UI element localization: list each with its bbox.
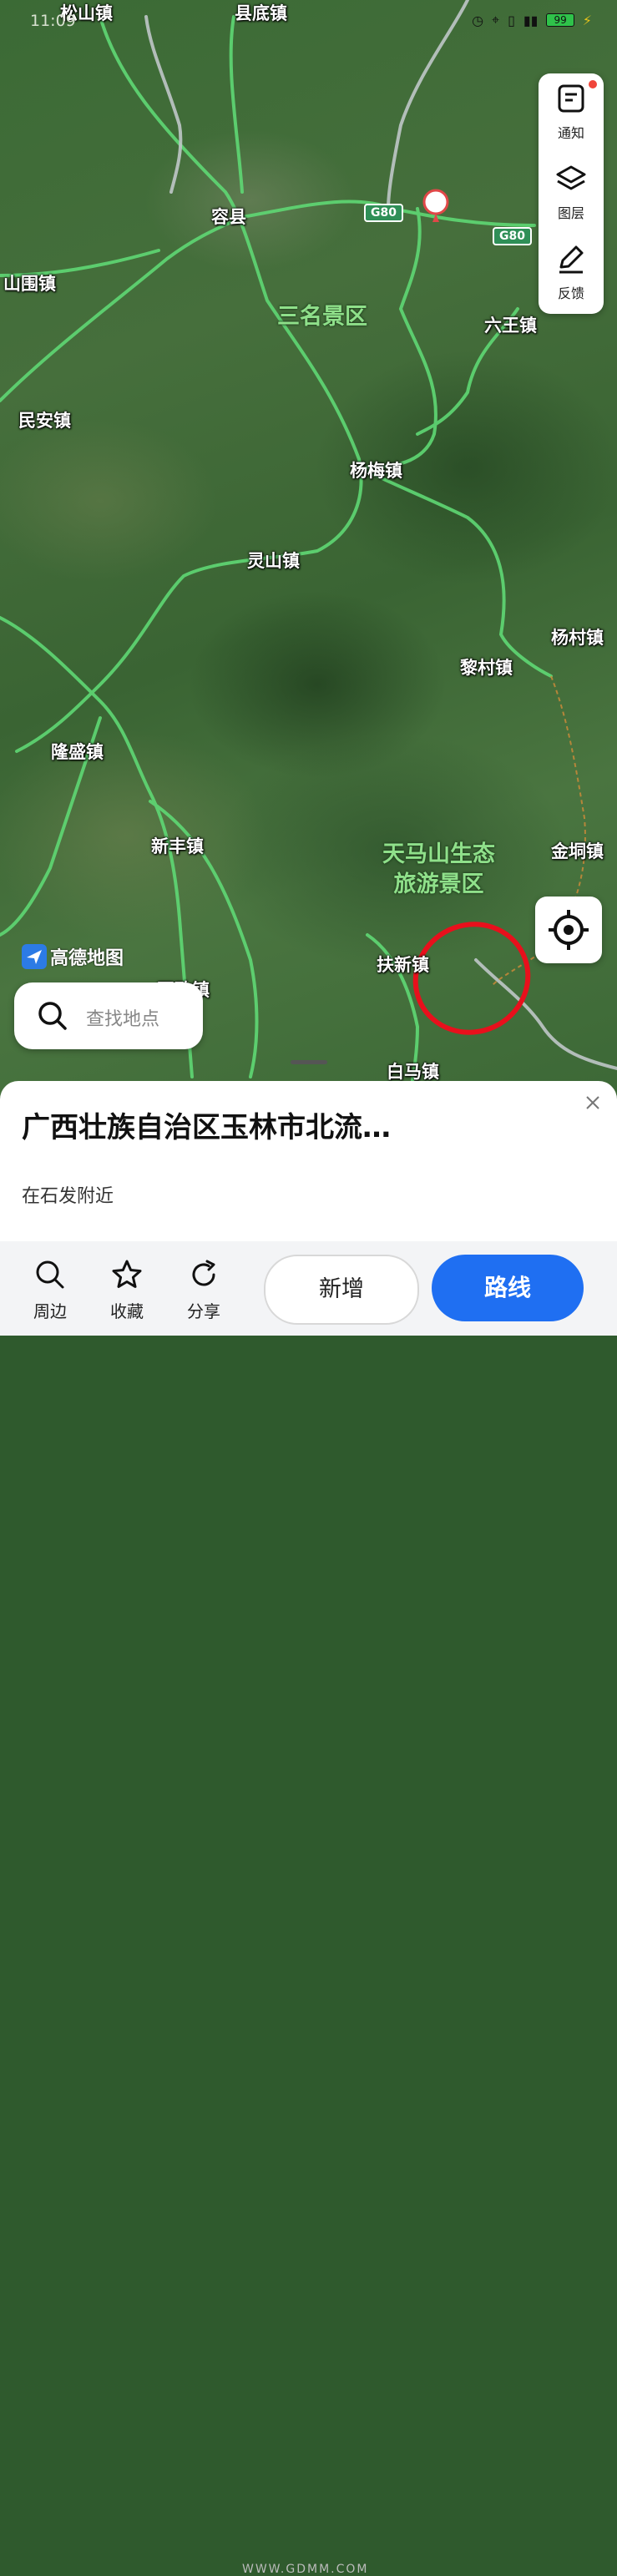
route-button[interactable]: 路线 xyxy=(432,1255,584,1321)
place-fuxin[interactable]: 扶新镇 xyxy=(377,952,429,977)
vibrate-icon: ▯ xyxy=(508,12,515,28)
status-bar: 11:09 ◷ ⌖ ▯ ▮▮ 99 ⚡ xyxy=(0,10,617,35)
notice-badge-dot xyxy=(589,80,597,88)
add-button[interactable]: 新增 xyxy=(264,1255,419,1325)
signal-icon: ▮▮ xyxy=(523,12,539,28)
notice-icon xyxy=(558,84,584,113)
favorite-label: 收藏 xyxy=(110,1301,144,1321)
nearby-button[interactable]: 周边 xyxy=(18,1258,82,1322)
place-xinfeng[interactable]: 新丰镇 xyxy=(151,833,204,858)
scenic-tianmashan-line2: 旅游景区 xyxy=(393,871,484,897)
place-jintong[interactable]: 金垌镇 xyxy=(551,838,604,863)
layers-icon xyxy=(556,165,586,190)
map-view[interactable]: 松山镇 县底镇 容县 山围镇 六王镇 民安镇 杨梅镇 灵山镇 杨村镇 黎村镇 隆… xyxy=(0,0,617,1102)
layers-button[interactable]: 图层 xyxy=(539,154,604,230)
place-title: 广西壮族自治区玉林市北流… xyxy=(22,1111,391,1144)
place-yangcun[interactable]: 杨村镇 xyxy=(551,624,604,649)
star-icon xyxy=(112,1260,142,1288)
place-liuwang[interactable]: 六王镇 xyxy=(484,312,537,337)
nearby-search-icon xyxy=(36,1260,64,1289)
layers-label: 图层 xyxy=(557,205,584,221)
locate-crosshair-icon xyxy=(549,910,589,950)
place-minan[interactable]: 民安镇 xyxy=(18,407,71,432)
place-lingshan[interactable]: 灵山镇 xyxy=(247,548,300,573)
place-licun[interactable]: 黎村镇 xyxy=(460,654,513,679)
highway-shield-g80-east: G80 xyxy=(493,227,532,245)
place-subtitle: 在石发附近 xyxy=(22,1186,114,1207)
nearby-label: 周边 xyxy=(33,1301,67,1321)
highway-shield-g80: G80 xyxy=(364,204,403,222)
favorite-button[interactable]: 收藏 xyxy=(95,1258,159,1322)
search-placeholder: 查找地点 xyxy=(86,1009,160,1030)
share-icon xyxy=(192,1260,215,1286)
amap-logo-icon xyxy=(22,944,47,969)
share-button[interactable]: 分享 xyxy=(172,1258,235,1322)
action-bar: 周边 收藏 分享 新增 路线 WWW.GDMM.COM xyxy=(0,1241,617,2576)
sheet-drag-handle[interactable] xyxy=(291,1060,327,1064)
amap-logo-text: 高德地图 xyxy=(50,948,124,969)
feedback-pen-icon xyxy=(559,245,584,274)
share-label: 分享 xyxy=(187,1301,220,1321)
battery-icon: 99 xyxy=(546,13,574,27)
map-side-panel: 通知 图层 反馈 xyxy=(539,73,604,314)
place-baima[interactable]: 白马镇 xyxy=(387,1058,439,1083)
scenic-tianmashan[interactable]: 天马山生态 旅游景区 xyxy=(382,840,495,900)
search-icon xyxy=(38,1002,67,1030)
location-icon: ⌖ xyxy=(492,12,500,28)
scenic-sanming[interactable]: 三名景区 xyxy=(277,302,367,332)
status-icons: ◷ ⌖ ▯ ▮▮ 99 ⚡ xyxy=(472,12,592,28)
poi-marker-icon[interactable] xyxy=(422,189,449,215)
road-network xyxy=(0,0,617,1102)
feedback-button[interactable]: 反馈 xyxy=(539,234,604,311)
amap-logo: 高德地图 xyxy=(22,943,124,970)
watermark: WWW.GDMM.COM xyxy=(242,2563,369,2576)
alarm-icon: ◷ xyxy=(472,12,484,28)
feedback-label: 反馈 xyxy=(557,285,584,301)
charging-icon: ⚡ xyxy=(582,12,592,28)
notice-label: 通知 xyxy=(557,125,584,141)
search-box[interactable]: 查找地点 xyxy=(14,982,203,1049)
locate-me-button[interactable] xyxy=(535,897,602,963)
scenic-tianmashan-line1: 天马山生态 xyxy=(382,841,495,867)
place-shanwei[interactable]: 山围镇 xyxy=(3,270,56,295)
notice-button[interactable]: 通知 xyxy=(539,73,604,150)
place-rongxian[interactable]: 容县 xyxy=(211,204,246,229)
place-longsheng[interactable]: 隆盛镇 xyxy=(51,739,104,764)
close-icon[interactable] xyxy=(583,1093,603,1113)
annotation-circle xyxy=(412,922,531,1035)
place-yangmei[interactable]: 杨梅镇 xyxy=(350,457,402,482)
status-time: 11:09 xyxy=(30,12,76,30)
